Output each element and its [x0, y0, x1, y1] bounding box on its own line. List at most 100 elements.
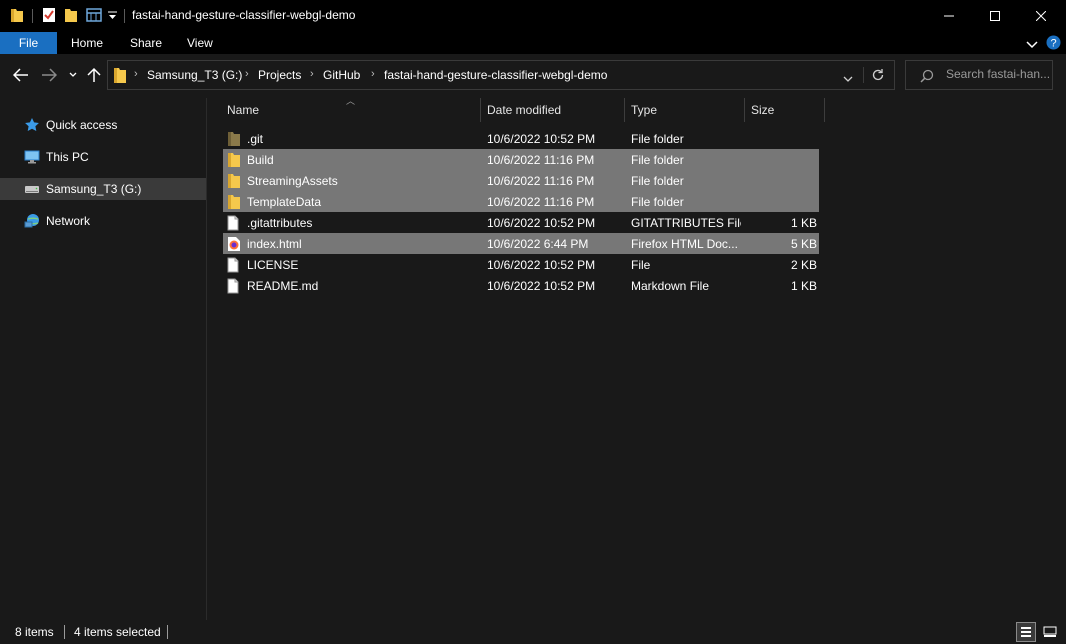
file-type: File [631, 258, 651, 272]
recent-locations-button[interactable] [66, 64, 80, 86]
drive-icon [24, 183, 40, 198]
column-divider[interactable] [480, 98, 481, 122]
chevron-down-icon[interactable] [108, 10, 117, 24]
file-icon [227, 278, 239, 297]
expand-ribbon-icon[interactable] [1026, 38, 1038, 52]
file-type: File folder [631, 132, 684, 146]
file-date: 10/6/2022 6:44 PM [487, 237, 589, 251]
file-name: Build [247, 153, 274, 167]
network-icon [24, 213, 40, 232]
nav-item-samsung-t3[interactable]: Samsung_T3 (G:) [0, 178, 206, 200]
separator [64, 625, 65, 639]
chevron-right-icon[interactable]: › [371, 68, 375, 80]
file-row-readme[interactable]: README.md 10/6/2022 10:52 PM Markdown Fi… [223, 275, 819, 296]
folder-icon [10, 7, 24, 26]
file-type: File folder [631, 153, 684, 167]
file-name: StreamingAssets [247, 174, 338, 188]
up-button[interactable] [86, 64, 102, 86]
chevron-right-icon[interactable]: › [245, 68, 249, 80]
address-bar[interactable]: › Samsung_T3 (G:) › Projects › GitHub › … [107, 60, 895, 90]
folder-icon [227, 152, 241, 171]
file-type: Firefox HTML Doc... [631, 237, 738, 251]
file-type: Markdown File [631, 279, 710, 293]
column-header-name[interactable]: Name [227, 103, 259, 117]
refresh-icon[interactable] [871, 68, 885, 85]
chevron-right-icon[interactable]: › [134, 68, 138, 80]
search-box[interactable] [905, 60, 1053, 90]
breadcrumb-github[interactable]: GitHub [323, 68, 360, 82]
file-row-templatedata[interactable]: TemplateData 10/6/2022 11:16 PM File fol… [223, 191, 819, 212]
column-divider[interactable] [824, 98, 825, 122]
file-date: 10/6/2022 11:16 PM [487, 195, 595, 209]
separator [124, 9, 125, 23]
tab-home[interactable]: Home [57, 32, 117, 54]
file-row-gitattributes[interactable]: .gitattributes 10/6/2022 10:52 PM GITATT… [223, 212, 819, 233]
folder-icon [227, 173, 241, 192]
file-row-streamingassets[interactable]: StreamingAssets 10/6/2022 11:16 PM File … [223, 170, 819, 191]
chevron-right-icon[interactable]: › [310, 68, 314, 80]
customize-icon[interactable] [86, 7, 102, 26]
search-icon [920, 69, 934, 86]
file-name: .gitattributes [247, 216, 313, 230]
navigation-pane: Quick access This PC Samsung_T3 (G:) Net… [0, 98, 206, 620]
file-type: File folder [631, 174, 684, 188]
breadcrumb-drive[interactable]: Samsung_T3 (G:) [147, 68, 242, 82]
file-date: 10/6/2022 11:16 PM [487, 153, 595, 167]
file-date: 10/6/2022 10:52 PM [487, 132, 596, 146]
file-date: 10/6/2022 11:16 PM [487, 174, 595, 188]
column-divider[interactable] [624, 98, 625, 122]
column-header-size[interactable]: Size [751, 103, 774, 117]
column-header-type[interactable]: Type [631, 103, 657, 117]
separator [863, 67, 864, 83]
breadcrumb-projects[interactable]: Projects [258, 68, 301, 82]
nav-item-label: This PC [46, 150, 89, 164]
column-header-row: ︿ Name Date modified Type Size [207, 96, 827, 122]
nav-item-label: Samsung_T3 (G:) [46, 182, 142, 196]
file-row-index-html[interactable]: index.html 10/6/2022 6:44 PM Firefox HTM… [223, 233, 819, 254]
minimize-button[interactable] [926, 0, 972, 32]
separator [32, 9, 33, 23]
computer-icon [24, 149, 40, 168]
address-dropdown-icon[interactable] [843, 72, 853, 86]
tab-file[interactable]: File [0, 32, 57, 54]
file-icon [227, 257, 239, 276]
close-button[interactable] [1018, 0, 1064, 32]
sort-ascending-icon: ︿ [346, 96, 356, 106]
file-type: File folder [631, 195, 684, 209]
column-divider[interactable] [744, 98, 745, 122]
file-name: .git [247, 132, 264, 146]
file-row-build[interactable]: Build 10/6/2022 11:16 PM File folder [223, 149, 819, 170]
nav-item-quick-access[interactable]: Quick access [0, 114, 206, 136]
breadcrumb-current[interactable]: fastai-hand-gesture-classifier-webgl-dem… [384, 68, 607, 82]
separator [167, 625, 168, 639]
folder-icon [227, 194, 241, 213]
file-icon [227, 215, 239, 234]
item-count: 8 items [15, 625, 54, 639]
tab-share[interactable]: Share [116, 32, 176, 54]
column-header-date[interactable]: Date modified [487, 103, 561, 117]
back-button[interactable] [12, 64, 30, 86]
status-bar: 8 items 4 items selected [0, 620, 1066, 644]
help-icon[interactable]: ? [1046, 35, 1061, 53]
file-name: TemplateData [247, 195, 322, 209]
file-size: 1 KB [790, 216, 817, 230]
title-bar: fastai-hand-gesture-classifier-webgl-dem… [0, 0, 1066, 32]
folder-dark-icon [227, 131, 241, 150]
forward-button[interactable] [40, 64, 58, 86]
svg-text:?: ? [1050, 38, 1056, 50]
nav-item-this-pc[interactable]: This PC [0, 146, 206, 168]
nav-item-network[interactable]: Network [0, 210, 206, 232]
file-size: 2 KB [790, 258, 817, 272]
folder-icon [113, 66, 127, 87]
large-icons-view-button[interactable] [1040, 622, 1060, 642]
maximize-button[interactable] [972, 0, 1018, 32]
details-view-button[interactable] [1016, 622, 1036, 642]
new-folder-icon[interactable] [64, 7, 78, 26]
search-input[interactable] [946, 67, 1050, 81]
file-row-git[interactable]: .git 10/6/2022 10:52 PM File folder [223, 128, 819, 149]
file-list: ︿ Name Date modified Type Size .git 10/6… [207, 96, 1066, 620]
nav-item-label: Quick access [46, 118, 118, 132]
file-row-license[interactable]: LICENSE 10/6/2022 10:52 PM File 2 KB [223, 254, 819, 275]
properties-icon[interactable] [42, 7, 56, 26]
tab-view[interactable]: View [173, 32, 227, 54]
